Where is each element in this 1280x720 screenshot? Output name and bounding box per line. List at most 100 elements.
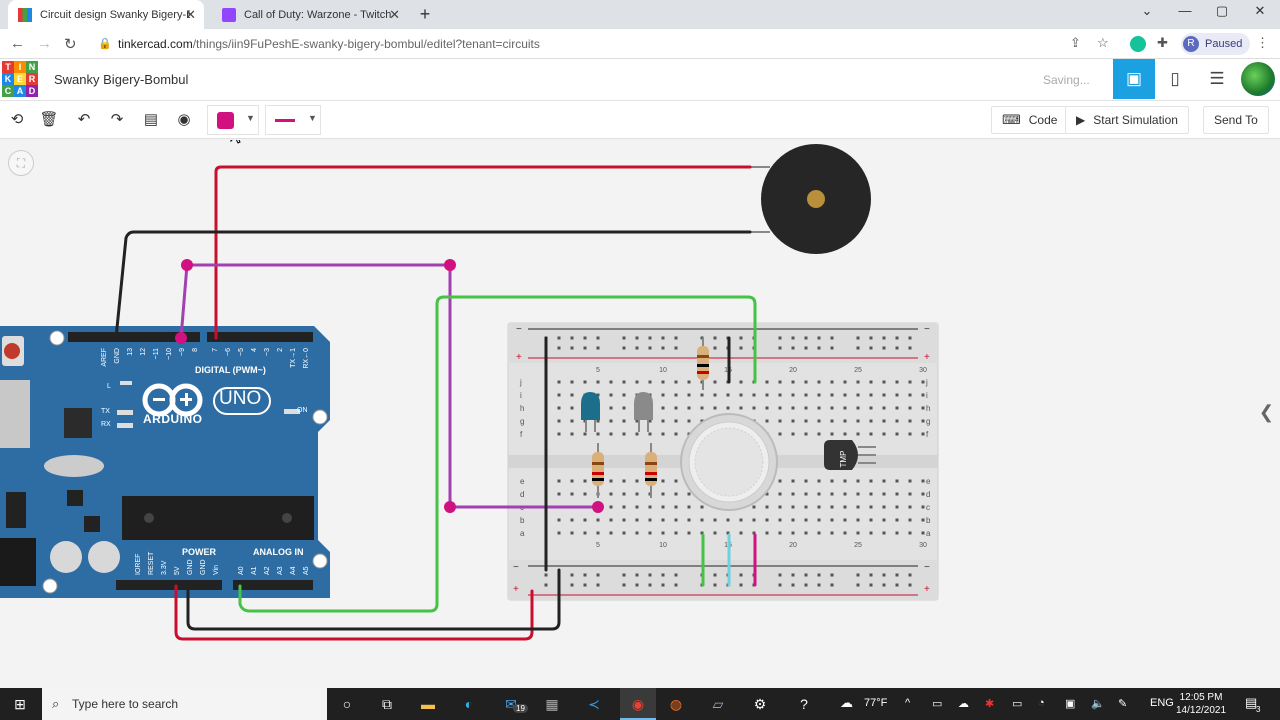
breadboard-hole[interactable] [830,419,834,423]
breadboard-hole[interactable] [583,531,587,535]
rail-hole[interactable] [791,346,795,350]
breadboard-hole[interactable] [687,419,691,423]
breadboard-hole[interactable] [908,393,912,397]
breadboard-hole[interactable] [648,531,652,535]
rail-hole[interactable] [908,336,912,340]
breadboard-hole[interactable] [804,518,808,522]
breadboard-hole[interactable] [583,518,587,522]
rail-hole[interactable] [778,336,782,340]
breadboard-hole[interactable] [726,406,730,410]
breadboard-hole[interactable] [570,479,574,483]
breadboard-hole[interactable] [557,479,561,483]
breadboard-hole[interactable] [921,393,925,397]
breadboard-hole[interactable] [908,419,912,423]
rail-hole[interactable] [869,573,873,577]
close-tab-icon[interactable]: ✕ [185,7,196,23]
breadboard-hole[interactable] [778,419,782,423]
rail-hole[interactable] [544,583,548,587]
display-icon[interactable]: ▣ [1065,697,1075,710]
onedrive-icon[interactable]: ☁ [958,697,969,710]
send-to-button[interactable]: Send To [1203,106,1269,134]
notepad-icon[interactable]: ▱ [709,695,727,713]
breadboard-hole[interactable] [596,380,600,384]
circuit-view-icon[interactable]: ▣ [1113,59,1155,99]
breadboard-hole[interactable] [557,518,561,522]
breadboard-hole[interactable] [869,393,873,397]
rail-hole[interactable] [804,573,808,577]
breadboard-hole[interactable] [869,492,873,496]
breadboard-hole[interactable] [713,518,717,522]
breadboard-hole[interactable] [908,531,912,535]
rail-hole[interactable] [791,336,795,340]
breadboard-hole[interactable] [778,380,782,384]
breadboard-hole[interactable] [817,419,821,423]
delete-icon[interactable]: 🗑 [38,109,60,131]
rail-hole[interactable] [882,346,886,350]
cortana-icon[interactable]: ○ [338,695,356,713]
breadboard-hole[interactable] [817,531,821,535]
breadboard-hole[interactable] [648,380,652,384]
breadboard-hole[interactable] [817,432,821,436]
tab-search-icon[interactable]: ⌄ [1132,3,1162,19]
breadboard-hole[interactable] [661,380,665,384]
breadboard-hole[interactable] [570,380,574,384]
breadboard-hole[interactable] [856,531,860,535]
breadboard-hole[interactable] [661,406,665,410]
breadboard-hole[interactable] [661,492,665,496]
breadboard-hole[interactable] [700,406,704,410]
tray-app-icon[interactable]: ✱ [985,697,994,710]
breadboard-hole[interactable] [869,419,873,423]
breadboard-hole[interactable] [765,393,769,397]
breadboard-hole[interactable] [648,518,652,522]
breadboard-hole[interactable] [674,505,678,509]
breadboard-hole[interactable] [804,380,808,384]
breadboard-hole[interactable] [804,393,808,397]
breadboard-hole[interactable] [700,505,704,509]
breadboard-hole[interactable] [765,406,769,410]
rail-hole[interactable] [622,336,626,340]
rail-hole[interactable] [778,583,782,587]
breadboard-hole[interactable] [622,393,626,397]
breadboard-hole[interactable] [674,492,678,496]
breadboard-hole[interactable] [674,432,678,436]
breadboard-hole[interactable] [882,518,886,522]
language-indicator[interactable]: ENG [1150,697,1174,709]
breadboard-hole[interactable] [570,518,574,522]
breadboard-hole[interactable] [635,518,639,522]
rail-hole[interactable] [882,336,886,340]
breadboard-hole[interactable] [687,393,691,397]
arduino-uno[interactable]: AREF GND 13 12 ~11 ~10 ~9 8 7 ~6 ~5 4 ~3 2 TX→1 RX←0 IOR… [0,326,330,598]
breadboard-hole[interactable] [843,406,847,410]
breadboard-hole[interactable] [791,406,795,410]
breadboard-hole[interactable] [882,380,886,384]
breadboard-hole[interactable] [739,531,743,535]
breadboard-hole[interactable] [635,492,639,496]
extensions-puzzle-icon[interactable]: ✚ [1157,35,1168,51]
weather-cloud-icon[interactable]: ☁ [840,695,853,711]
breadboard-hole[interactable] [570,531,574,535]
breadboard-hole[interactable] [921,531,925,535]
breadboard-hole[interactable] [791,380,795,384]
rail-hole[interactable] [622,346,626,350]
rail-hole[interactable] [869,346,873,350]
rail-hole[interactable] [583,583,587,587]
rail-hole[interactable] [778,573,782,577]
rail-hole[interactable] [674,346,678,350]
breadboard-hole[interactable] [609,393,613,397]
breadboard-hole[interactable] [895,518,899,522]
breadboard-hole[interactable] [882,393,886,397]
close-window-icon[interactable]: ✕ [1245,3,1275,19]
breadboard-hole[interactable] [843,492,847,496]
breadboard-hole[interactable] [739,393,743,397]
rail-hole[interactable] [830,346,834,350]
tab-circuit-design[interactable]: Circuit design Swanky Bigery-Bo ✕ [8,0,204,29]
breadboard-hole[interactable] [830,505,834,509]
breadboard-hole[interactable] [817,518,821,522]
breadboard-hole[interactable] [609,479,613,483]
breadboard-hole[interactable] [583,380,587,384]
rail-hole[interactable] [635,573,639,577]
rail-hole[interactable] [674,583,678,587]
breadboard-hole[interactable] [778,406,782,410]
breadboard-hole[interactable] [817,479,821,483]
breadboard-hole[interactable] [726,518,730,522]
